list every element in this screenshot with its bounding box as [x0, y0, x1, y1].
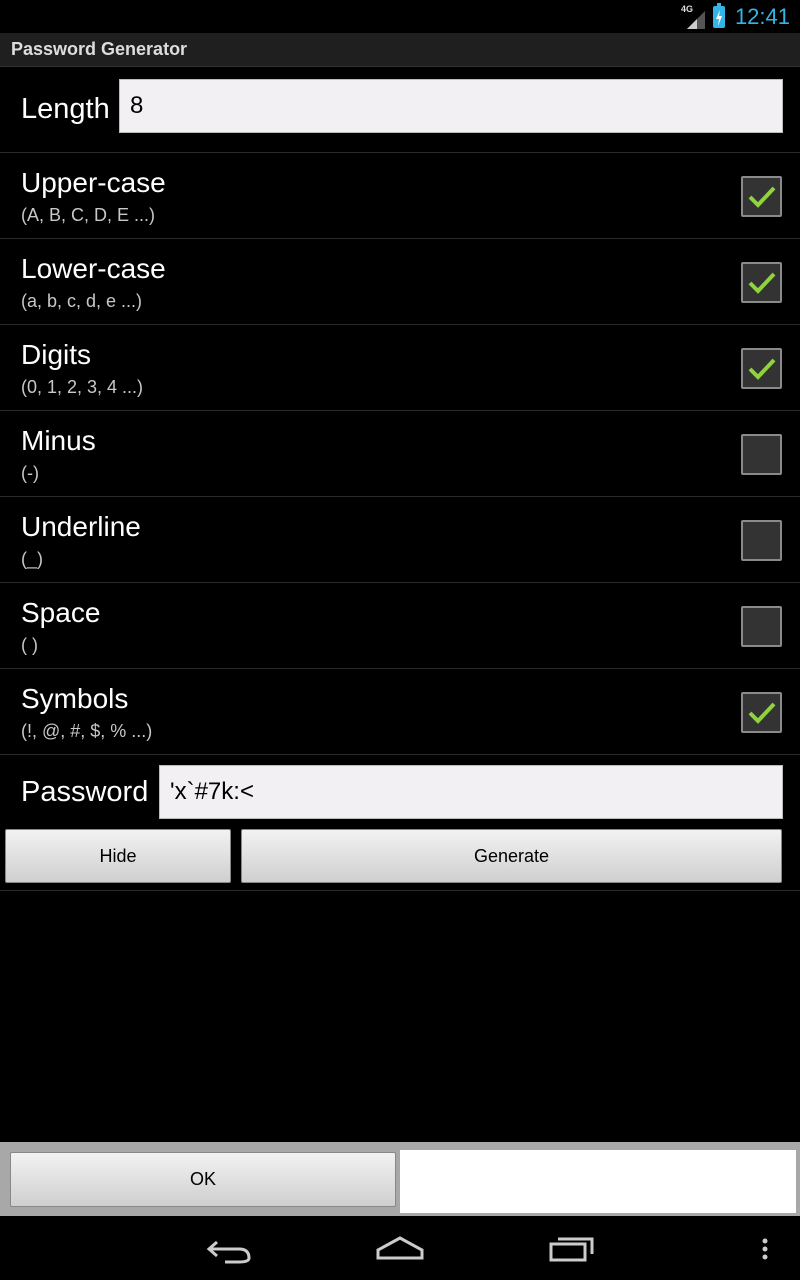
option-title: Digits: [21, 339, 92, 370]
option-title: Lower-case: [21, 253, 166, 284]
option-subtitle: (-): [21, 463, 39, 483]
ok-button[interactable]: OK: [10, 1152, 396, 1207]
check-icon: [748, 272, 776, 294]
option-row-upper-case[interactable]: Upper-case (A, B, C, D, E ...): [0, 153, 800, 239]
divider: [0, 890, 800, 891]
option-row-digits[interactable]: Digits (0, 1, 2, 3, 4 ...): [0, 325, 800, 411]
space-checkbox[interactable]: [741, 606, 782, 647]
navigation-bar: [0, 1216, 800, 1280]
option-row-underline[interactable]: Underline (_): [0, 497, 800, 583]
password-field[interactable]: 'x`#7k:<: [159, 765, 783, 819]
underline-checkbox[interactable]: [741, 520, 782, 561]
option-title: Space: [21, 597, 101, 628]
battery-charging-icon: [712, 2, 725, 28]
option-subtitle: (!, @, #, $, % ...): [21, 721, 153, 741]
length-label: Length: [21, 93, 110, 125]
option-subtitle: ( ): [21, 635, 38, 655]
app-title: Password Generator: [11, 39, 188, 59]
hide-button[interactable]: Hide: [5, 829, 231, 883]
option-row-symbols[interactable]: Symbols (!, @, #, $, % ...): [0, 669, 800, 755]
option-subtitle: (A, B, C, D, E ...): [21, 205, 156, 225]
symbols-checkbox[interactable]: [741, 692, 782, 733]
length-row: Length 8: [0, 68, 800, 153]
password-label: Password: [21, 776, 149, 808]
app-title-bar: Password Generator: [0, 33, 800, 67]
signal-icon: 4G: [681, 4, 707, 29]
minus-checkbox[interactable]: [741, 434, 782, 475]
option-title: Minus: [21, 425, 96, 456]
option-title: Upper-case: [21, 167, 166, 198]
option-subtitle: (a, b, c, d, e ...): [21, 291, 143, 311]
check-icon: [748, 358, 776, 380]
generate-button[interactable]: Generate: [241, 829, 782, 883]
upper-case-checkbox[interactable]: [741, 176, 782, 217]
clock: 12:41: [734, 3, 790, 29]
check-icon: [748, 186, 776, 208]
ok-button-label: OK: [189, 1169, 216, 1189]
generate-button-label: Generate: [473, 845, 550, 866]
check-icon: [748, 702, 776, 724]
option-row-lower-case[interactable]: Lower-case (a, b, c, d, e ...): [0, 239, 800, 325]
recents-icon[interactable]: [548, 1232, 598, 1264]
back-icon[interactable]: [205, 1232, 255, 1264]
password-value: 'x`#7k:<: [170, 778, 254, 805]
length-input[interactable]: 8: [119, 79, 783, 133]
option-subtitle: (_): [21, 549, 43, 569]
length-input-value: 8: [130, 92, 144, 119]
status-bar: 4G 12:41: [0, 0, 800, 33]
option-row-space[interactable]: Space ( ): [0, 583, 800, 669]
option-row-minus[interactable]: Minus (-): [0, 411, 800, 497]
lower-case-checkbox[interactable]: [741, 262, 782, 303]
hide-button-label: Hide: [99, 845, 137, 866]
option-subtitle: (0, 1, 2, 3, 4 ...): [21, 377, 144, 397]
blank-button-area: [400, 1150, 796, 1213]
home-icon[interactable]: [375, 1232, 425, 1264]
option-title: Symbols: [21, 683, 129, 714]
option-title: Underline: [21, 511, 141, 542]
overflow-menu-icon[interactable]: [760, 1232, 770, 1264]
digits-checkbox[interactable]: [741, 348, 782, 389]
